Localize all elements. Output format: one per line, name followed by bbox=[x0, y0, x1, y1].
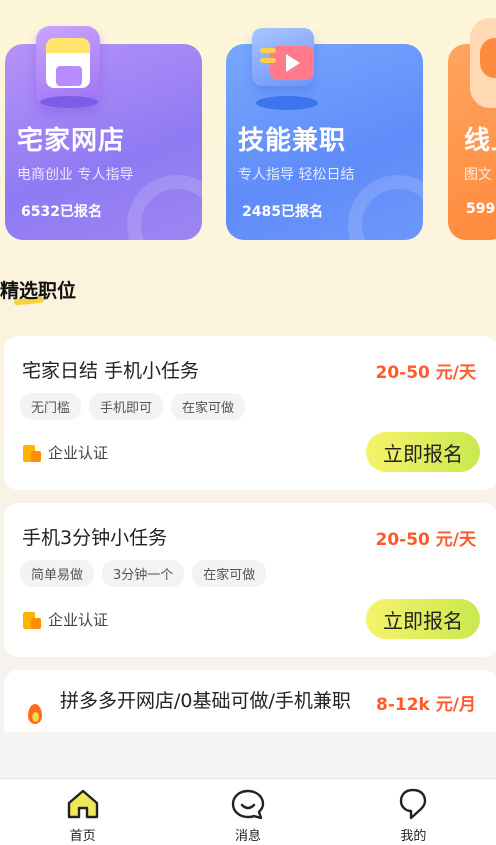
fire-icon bbox=[26, 702, 44, 726]
building-icon bbox=[22, 610, 42, 630]
job-tag: 简单易做 bbox=[20, 560, 95, 587]
home-icon bbox=[67, 789, 98, 819]
nav-label: 首页 bbox=[69, 829, 96, 844]
card-decoration bbox=[127, 175, 202, 240]
category-subtitle: 电商创业 专人指导 bbox=[17, 167, 134, 183]
card-decoration bbox=[348, 175, 423, 240]
job-tag: 3分钟一个 bbox=[102, 560, 185, 587]
category-signup-count: 2485已报名 bbox=[242, 204, 323, 220]
apply-button[interactable]: 立即报名 bbox=[366, 599, 480, 639]
category-subtitle: 专人指导 轻松日结 bbox=[238, 167, 355, 183]
job-card[interactable]: 宅家日结 手机小任务 20-50 元/天 无门槛 手机即可 在家可做 企业认证 … bbox=[4, 336, 496, 490]
message-icon bbox=[231, 789, 265, 820]
category-title: 技能兼职 bbox=[238, 126, 347, 156]
job-tags: 无门槛 手机即可 在家可做 bbox=[20, 393, 246, 420]
section-title: 精选职位 bbox=[0, 280, 77, 302]
video-play-icon bbox=[252, 28, 314, 86]
icon-base bbox=[256, 96, 318, 110]
nav-item-messages[interactable]: 消息 bbox=[165, 779, 330, 845]
verification-badge: 企业认证 bbox=[22, 609, 108, 630]
job-salary: 20-50 元/天 bbox=[375, 363, 477, 383]
icon-base bbox=[40, 96, 98, 108]
profile-icon bbox=[400, 788, 427, 820]
category-signup-count: 6532已报名 bbox=[21, 204, 102, 220]
bottom-nav: 首页 消息 我的 bbox=[0, 778, 496, 845]
apply-button[interactable]: 立即报名 bbox=[366, 432, 480, 472]
category-subtitle: 图文 bbox=[464, 167, 492, 183]
list-bottom-spacer bbox=[0, 732, 496, 778]
job-tag: 在家可做 bbox=[171, 393, 246, 420]
nav-label: 消息 bbox=[234, 829, 261, 844]
nav-item-profile[interactable]: 我的 bbox=[331, 779, 496, 845]
job-card[interactable]: 手机3分钟小任务 20-50 元/天 简单易做 3分钟一个 在家可做 企业认证 … bbox=[4, 503, 496, 657]
verification-badge: 企业认证 bbox=[22, 442, 108, 463]
job-title: 手机3分钟小任务 bbox=[22, 527, 168, 549]
job-tag: 无门槛 bbox=[20, 393, 82, 420]
category-carousel: 宅家网店 电商创业 专人指导 6532已报名 技能兼职 专人指导 轻松日结 24… bbox=[0, 0, 496, 250]
verification-label: 企业认证 bbox=[48, 611, 109, 629]
building-icon bbox=[22, 443, 42, 463]
nav-item-home[interactable]: 首页 bbox=[0, 779, 165, 845]
job-tags: 简单易做 3分钟一个 在家可做 bbox=[20, 560, 267, 587]
orange-icon bbox=[470, 18, 496, 108]
job-salary: 8-12k 元/月 bbox=[376, 695, 476, 715]
job-tag: 手机即可 bbox=[89, 393, 164, 420]
job-salary: 20-50 元/天 bbox=[375, 530, 477, 550]
category-title: 宅家网店 bbox=[17, 126, 126, 156]
job-title: 拼多多开网店/0基础可做/手机兼职 bbox=[60, 690, 351, 712]
category-card-home-shop[interactable]: 宅家网店 电商创业 专人指导 6532已报名 bbox=[5, 44, 202, 240]
nav-label: 我的 bbox=[400, 829, 427, 844]
job-title: 宅家日结 手机小任务 bbox=[22, 360, 200, 382]
category-title: 线上 bbox=[464, 126, 496, 156]
verification-label: 企业认证 bbox=[48, 444, 109, 462]
category-signup-count: 599 bbox=[466, 201, 496, 217]
job-tag: 在家可做 bbox=[192, 560, 267, 587]
